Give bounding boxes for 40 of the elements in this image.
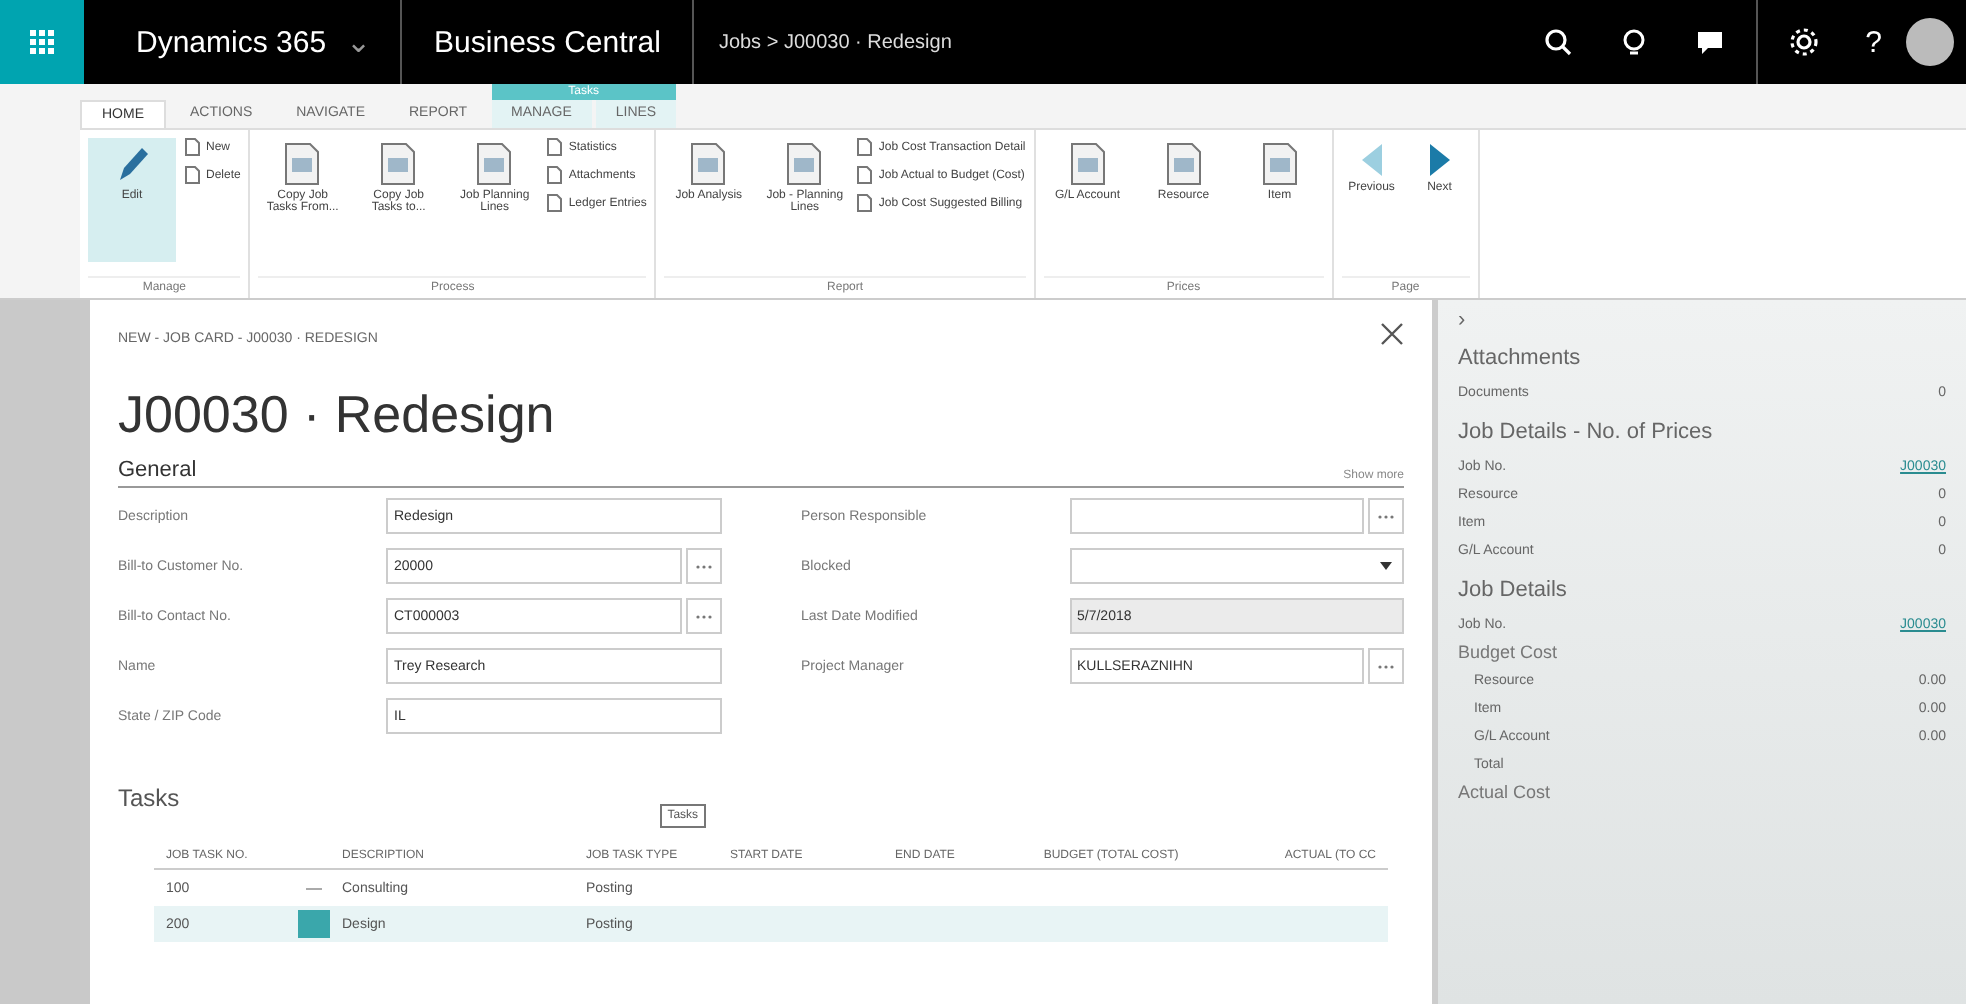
dropdown-field[interactable] [1069,548,1404,584]
search-icon[interactable] [1543,28,1572,56]
factbox-title: Job Details [1458,578,1569,602]
caret-down-icon [1378,560,1394,572]
page-title: J00030 · Redesign [118,384,557,446]
avatar-icon[interactable] [1906,18,1954,66]
settings-icon[interactable] [1789,28,1818,56]
document-icon [688,142,729,186]
breadcrumb[interactable]: Jobs > J00030 · Redesign [694,31,1520,53]
ellipsis-icon [695,613,711,619]
collapse-button[interactable]: › [1458,308,1482,332]
ellipsis-icon [1378,513,1394,519]
document-icon [1259,142,1300,186]
close-icon [1380,322,1404,346]
ellipsis-icon [695,563,711,569]
factbox-title: Job Details - No. of Prices [1458,420,1715,444]
lookup-button[interactable] [1368,648,1404,684]
document-icon [784,142,825,186]
document-icon [474,142,515,186]
ellipsis-icon [1378,663,1394,669]
document-icon [1067,142,1108,186]
document-icon [282,142,323,186]
triangle-right-icon [1425,142,1454,178]
lookup-button[interactable] [685,598,721,634]
triangle-left-icon [1357,142,1386,178]
document-icon [1163,142,1204,186]
chat-icon[interactable] [1695,28,1724,56]
lookup-button[interactable] [685,548,721,584]
help-button[interactable]: ? [1865,25,1882,59]
field-label: Budget Cost [1458,642,1558,662]
factbox-title: Attachments [1458,346,1583,370]
section-heading[interactable]: Tasks [118,784,180,812]
app-launcher-button[interactable] [0,0,84,84]
field-label: Actual Cost [1458,782,1551,802]
document-icon [378,142,419,186]
lookup-button[interactable] [1368,498,1404,534]
section-heading[interactable]: General [118,458,197,482]
input-field[interactable] [1069,498,1364,534]
lightbulb-icon[interactable] [1619,28,1648,56]
grid-icon [30,30,54,54]
